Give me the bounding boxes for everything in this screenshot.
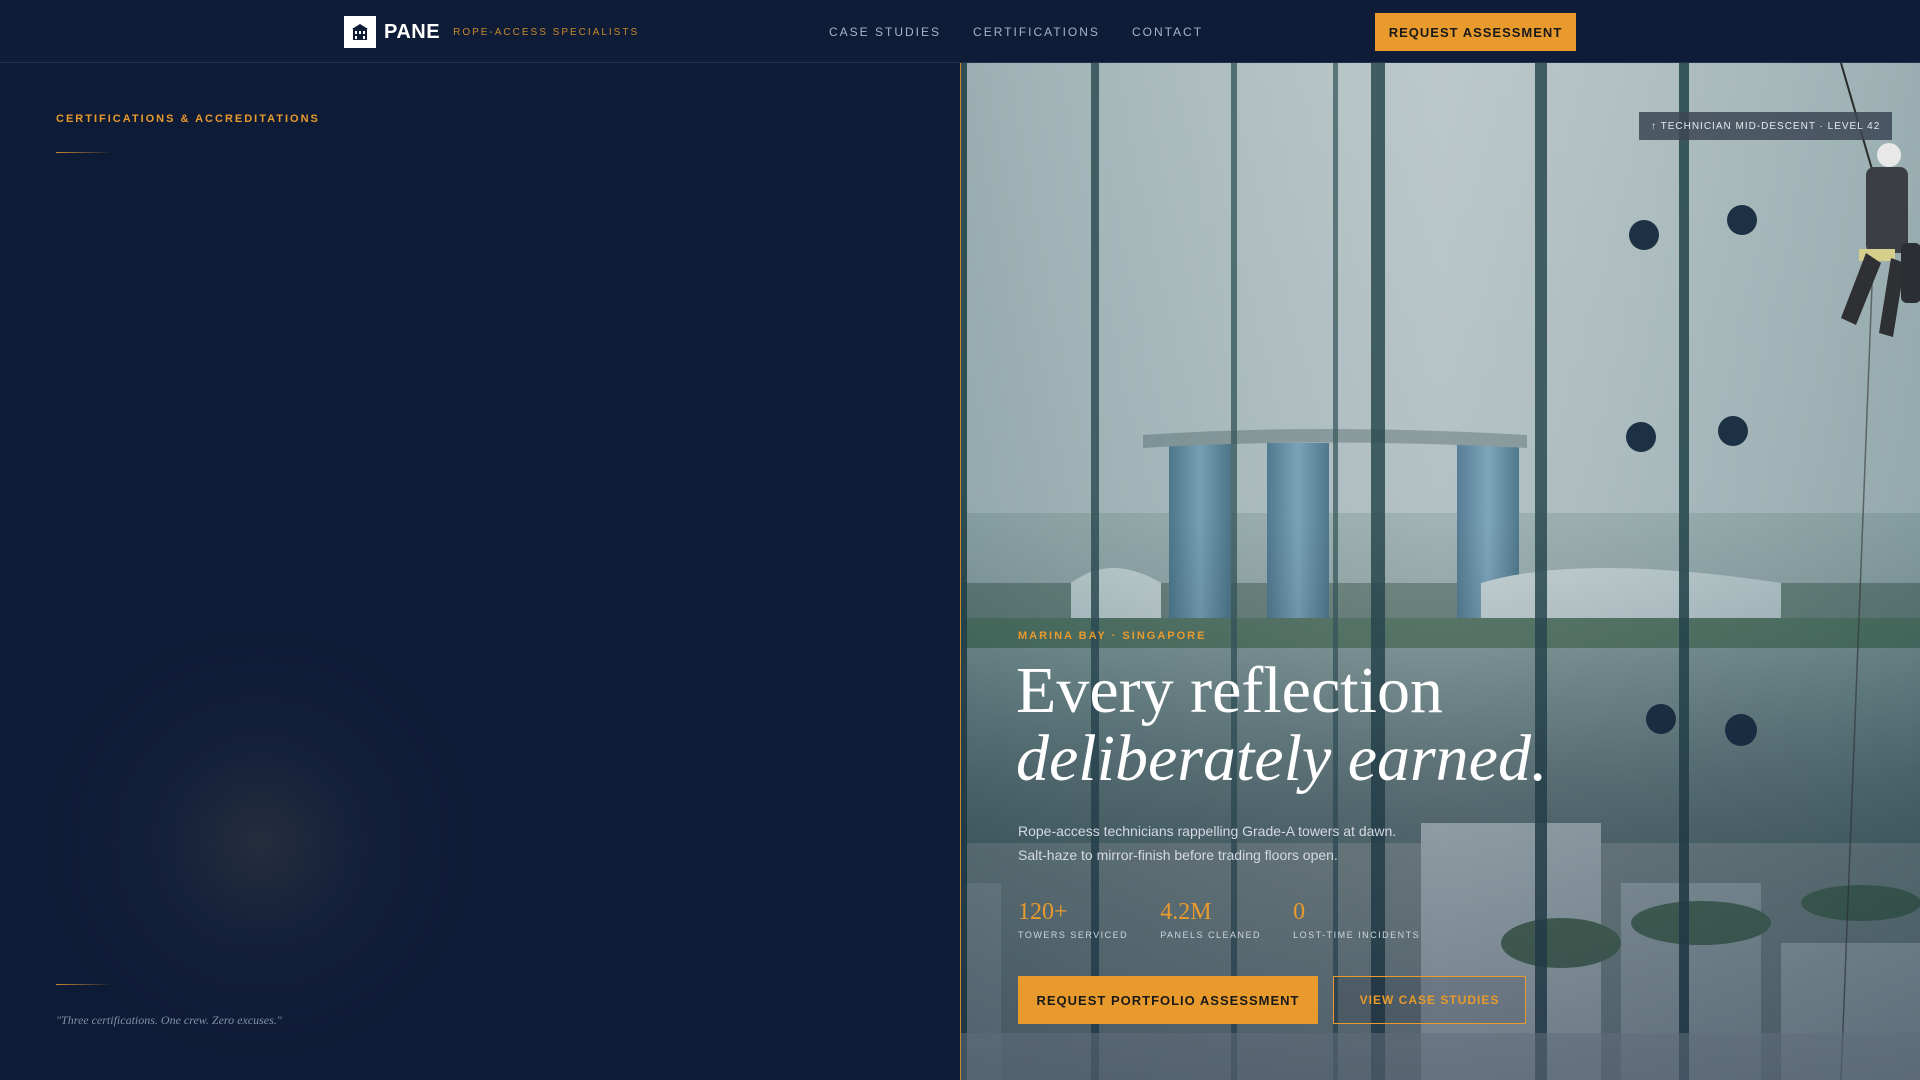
stat-label: LOST-TIME INCIDENTS — [1293, 930, 1421, 940]
stat-value: 0 — [1293, 899, 1306, 925]
tagline-quote: "Three certifications. One crew. Zero ex… — [56, 1013, 282, 1027]
stat-incidents: 0 LOST-TIME INCIDENTS — [1293, 898, 1420, 940]
top-navbar: PANE ROPE-ACCESS SPECIALISTS CASE STUDIE… — [0, 0, 1920, 63]
stat-value: 120+ — [1018, 899, 1068, 925]
nav-link-certifications[interactable]: CERTIFICATIONS — [973, 25, 1100, 39]
headline-line-2: deliberately earned. — [1016, 722, 1548, 795]
hero-subtext: Rope-access technicians rappelling Grade… — [1018, 823, 1397, 863]
nav-link-case-studies[interactable]: CASE STUDIES — [829, 25, 941, 39]
divider-bottom — [56, 984, 112, 985]
request-portfolio-assessment-button[interactable]: REQUEST PORTFOLIO ASSESSMENT — [1018, 976, 1318, 1024]
ambient-glow — [40, 623, 480, 1063]
brand-name: PANE — [384, 20, 441, 43]
building-logo-icon — [344, 16, 376, 48]
hero-stats: 120+ TOWERS SERVICED 4.2M PANELS CLEANED… — [1018, 898, 1452, 940]
request-assessment-button[interactable]: REQUEST ASSESSMENT — [1375, 13, 1576, 51]
brand[interactable]: PANE ROPE-ACCESS SPECIALISTS — [344, 16, 639, 48]
hero-location: MARINA BAY · SINGAPORE — [1018, 630, 1207, 642]
headline-line-1: Every reflection — [1016, 654, 1443, 727]
divider-top — [56, 152, 112, 153]
stat-towers: 120+ TOWERS SERVICED — [1018, 898, 1128, 940]
hero-section: ↑ TECHNICIAN MID-DESCENT · LEVEL 42 MARI… — [960, 63, 1920, 1080]
certifications-panel: CERTIFICATIONS & ACCREDITATIONS "Three c… — [0, 63, 960, 1080]
section-label: CERTIFICATIONS & ACCREDITATIONS — [56, 113, 320, 125]
view-case-studies-button[interactable]: VIEW CASE STUDIES — [1333, 976, 1526, 1024]
stat-label: PANELS CLEANED — [1160, 930, 1262, 940]
main-nav: CASE STUDIES CERTIFICATIONS CONTACT — [829, 0, 1235, 63]
page: PANE ROPE-ACCESS SPECIALISTS CASE STUDIE… — [0, 0, 1920, 1080]
brand-tagline: ROPE-ACCESS SPECIALISTS — [453, 26, 640, 38]
stat-value: 4.2M — [1160, 899, 1212, 925]
hero-headline: Every reflection deliberately earned. — [1016, 657, 1547, 793]
stat-label: TOWERS SERVICED — [1018, 930, 1129, 940]
nav-link-contact[interactable]: CONTACT — [1132, 25, 1203, 39]
stat-panels: 4.2M PANELS CLEANED — [1160, 898, 1261, 940]
technician-caption-badge: ↑ TECHNICIAN MID-DESCENT · LEVEL 42 — [1639, 112, 1893, 140]
